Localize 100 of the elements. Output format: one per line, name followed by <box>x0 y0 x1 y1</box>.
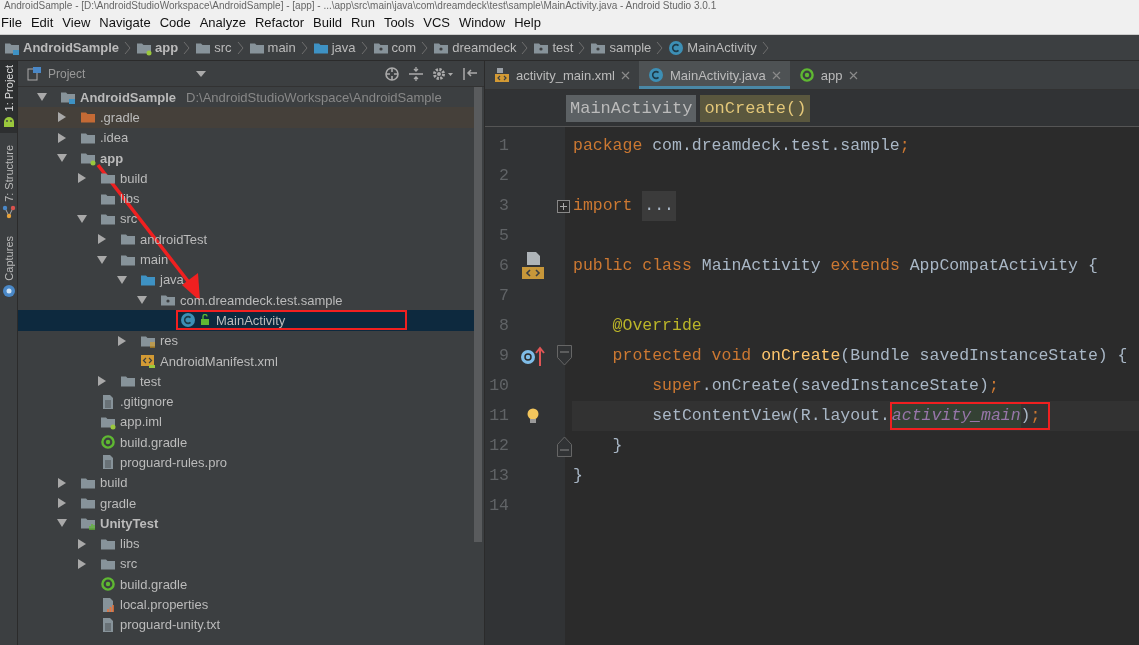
menu-item[interactable]: Tools <box>382 15 421 30</box>
code-token: protected void <box>611 345 753 367</box>
tree-item-label: UnityTest <box>100 515 159 531</box>
code-token: import <box>573 195 634 217</box>
tree-row[interactable]: res <box>18 330 474 351</box>
tree-row[interactable]: src <box>18 553 474 575</box>
nav-bar-item[interactable]: AndroidSample <box>23 40 120 55</box>
tree-row[interactable]: libs <box>18 533 474 554</box>
editor-tab[interactable]: MainActivity.java <box>638 61 790 89</box>
tree-row[interactable]: src <box>18 208 474 230</box>
menu-item[interactable]: File <box>0 15 28 30</box>
tree-row[interactable]: build <box>18 472 474 493</box>
tree-row[interactable]: app.iml <box>18 411 474 433</box>
tree-row[interactable]: build.gradle <box>18 432 474 453</box>
menu-item[interactable]: Run <box>350 15 381 30</box>
menu-item[interactable]: View <box>61 15 97 30</box>
code-token: AppCompatActivity { <box>909 255 1098 277</box>
nav-bar-item[interactable]: src <box>214 40 232 55</box>
code-token: ; <box>899 135 910 157</box>
tree-row[interactable]: proguard-unity.txt <box>18 614 474 635</box>
side-tab[interactable]: 7: Structure <box>0 141 17 225</box>
tree-row[interactable]: test <box>18 371 474 392</box>
tree-item-label: src <box>120 211 138 227</box>
nav-bar-item[interactable]: test <box>552 40 574 55</box>
side-tab[interactable]: Captures <box>0 232 17 303</box>
tree-item-label: gradle <box>100 495 137 511</box>
tree-row[interactable]: local.properties <box>18 594 474 615</box>
tree-item-label: res <box>160 333 179 349</box>
tree-row[interactable]: UnityTest <box>18 513 474 534</box>
tree-item-label: test <box>140 373 161 389</box>
tree-row[interactable]: .gradle <box>18 107 474 128</box>
breadcrumb[interactable]: onCreate() <box>700 94 811 122</box>
tree-item-label: AndroidManifest.xml <box>160 353 278 369</box>
menu-item[interactable]: Build <box>312 15 348 30</box>
tree-row[interactable]: java <box>18 269 474 290</box>
menu-item[interactable]: Code <box>158 15 197 30</box>
code-token: MainActivity <box>701 255 822 277</box>
tree-item-label: app.iml <box>120 414 162 430</box>
code-token: onCreate <box>761 345 841 367</box>
tree-row[interactable]: AndroidManifest.xml <box>18 350 474 372</box>
code-token: } <box>611 435 623 457</box>
tree-row[interactable]: app <box>18 147 474 169</box>
menu-item[interactable]: Navigate <box>98 15 157 30</box>
menu-item[interactable]: Edit <box>29 15 60 30</box>
tree-item-label: build <box>120 170 148 186</box>
tree-row[interactable]: build.gradle <box>18 574 474 595</box>
tree-row[interactable]: .idea <box>18 127 474 148</box>
code-token: extends <box>830 255 901 277</box>
tree-row[interactable]: build <box>18 168 474 189</box>
tree-item-label: src <box>120 556 138 572</box>
tree-item-label: .gradle <box>100 109 140 125</box>
tree-item-label: local.properties <box>120 597 209 613</box>
tree-row[interactable]: proguard-rules.pro <box>18 452 474 473</box>
nav-bar-item[interactable]: java <box>331 40 356 55</box>
tree-item-label: MainActivity <box>216 312 286 328</box>
tree-item-label: proguard-unity.txt <box>120 617 221 633</box>
code-token: package <box>573 135 643 157</box>
nav-bar-item[interactable]: com <box>391 40 417 55</box>
tree-item-label: com.dreamdeck.test.sample <box>180 292 343 308</box>
tree-row[interactable]: main <box>18 249 474 270</box>
tree-item-label: AndroidSample <box>80 89 177 105</box>
tree-item-label: libs <box>120 536 140 552</box>
tree-item-label: build.gradle <box>120 576 188 592</box>
tree-row[interactable]: gradle <box>18 492 474 514</box>
nav-bar-item[interactable]: main <box>267 40 296 55</box>
tree-row[interactable]: .gitignore <box>18 391 474 412</box>
tree-item-label: java <box>160 272 184 288</box>
editor-tab[interactable]: app <box>789 61 867 89</box>
nav-bar-item[interactable]: MainActivity <box>687 40 757 55</box>
project-path: D:\AndroidStudioWorkspace\AndroidSample <box>186 89 442 105</box>
view-dropdown[interactable]: Project <box>26 65 206 82</box>
code-token: public class <box>573 255 693 277</box>
tree-row[interactable]: AndroidSample D:\AndroidStudioWorkspace\AndroidSample <box>18 87 474 108</box>
nav-bar-item[interactable]: app <box>155 40 179 55</box>
tree-item-label: build <box>100 475 128 491</box>
code-token: activity_main <box>891 404 1021 428</box>
menu-item[interactable]: Refactor <box>253 15 311 30</box>
breadcrumb[interactable]: MainActivity <box>566 94 697 122</box>
side-tab[interactable]: 1: Project <box>0 61 17 134</box>
menu-item[interactable]: VCS <box>422 15 456 30</box>
code-token: setContentView(R.layout. <box>651 405 890 427</box>
tree-item-label: main <box>140 252 169 267</box>
tree-item-label: .idea <box>100 130 129 146</box>
tree-row[interactable]: MainActivity <box>18 310 474 331</box>
tree-item-label: build.gradle <box>120 434 188 450</box>
tree-item-label: .gitignore <box>120 394 174 410</box>
editor-tab[interactable]: activity_main.xml <box>485 61 639 89</box>
code-token: .onCreate(savedInstanceState) <box>701 375 989 397</box>
tree-row[interactable]: com.dreamdeck.test.sample <box>18 289 474 311</box>
nav-bar-item[interactable]: sample <box>609 40 652 55</box>
menu-item[interactable]: Window <box>457 15 512 30</box>
tree-item-label: proguard-rules.pro <box>120 455 227 470</box>
code-token: ) <box>1020 405 1031 427</box>
window-title: AndroidSample - [D:\AndroidStudioWorkspace\AndroidSample] - [app] - ...\app\src\main\java\com\dreamdeck\test\sample\MainActivity.java - Android Studio 3.0.1 <box>0 0 1139 11</box>
code-token: super <box>651 375 702 397</box>
menu-item[interactable]: Analyze <box>198 15 252 30</box>
menu-item[interactable]: Help <box>513 15 547 30</box>
nav-bar-item[interactable]: dreamdeck <box>452 40 517 55</box>
code-token: com.dreamdeck.test.sample <box>651 135 900 157</box>
code-token: ... <box>642 191 677 221</box>
